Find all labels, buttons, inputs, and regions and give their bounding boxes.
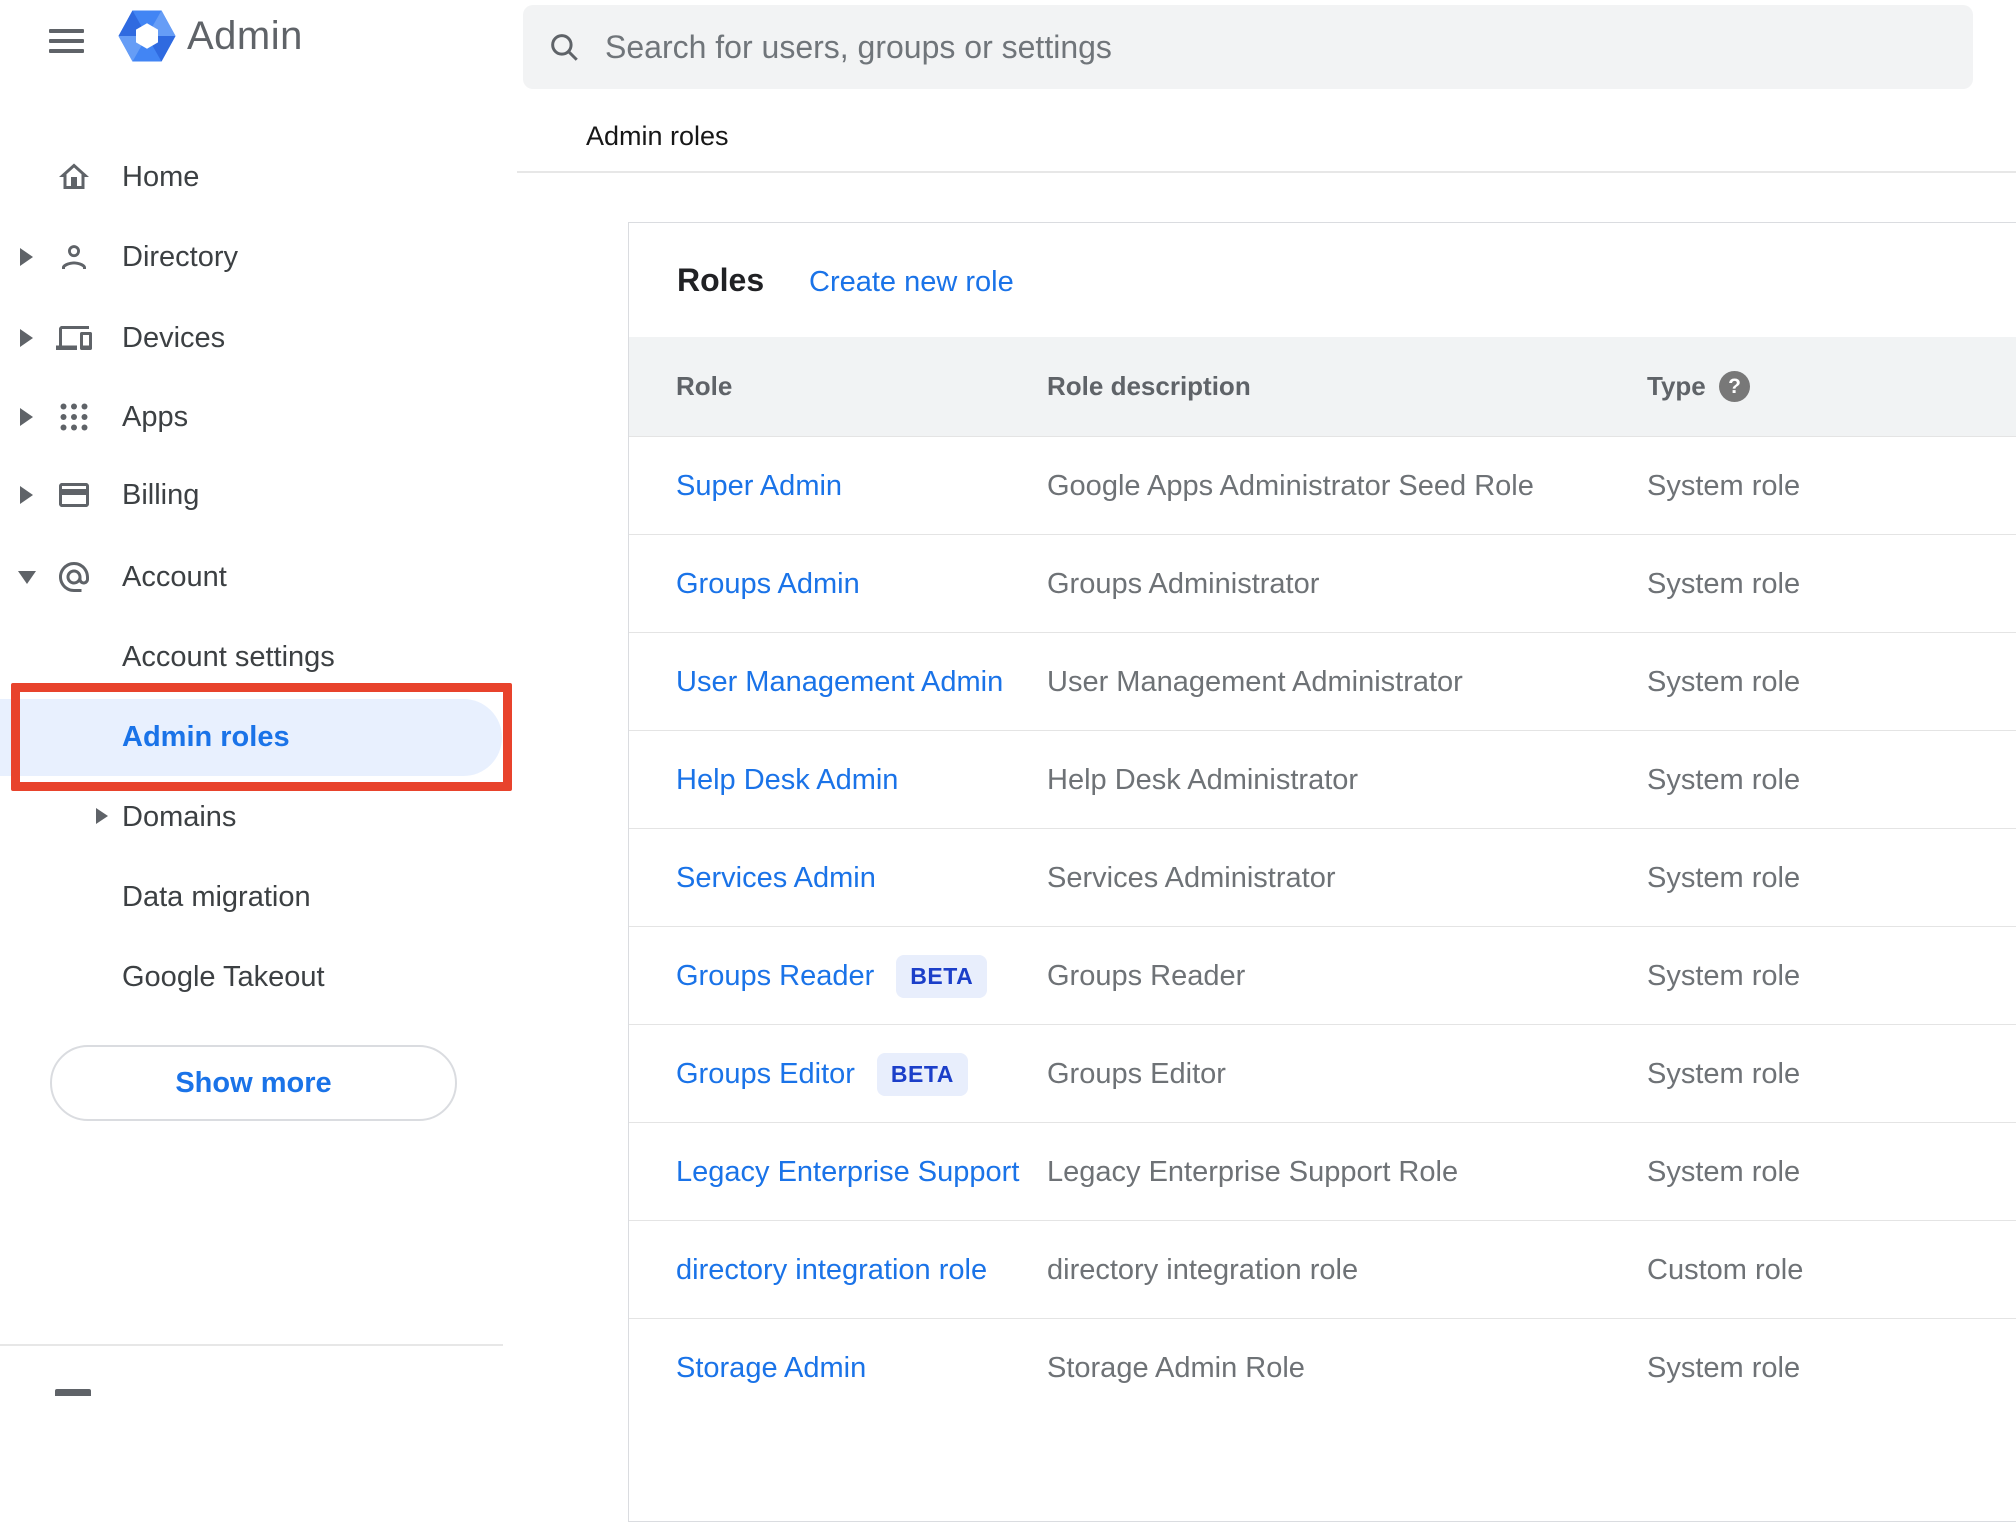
card-title: Roles: [677, 261, 765, 298]
role-link-label: Groups Editor: [676, 1057, 855, 1090]
sidebar-item-label: Directory: [122, 240, 239, 273]
table-row: directory integration role directory int…: [629, 1220, 2016, 1318]
role-type: System role: [1647, 469, 1801, 502]
role-description: Groups Reader: [1047, 959, 1246, 992]
at-sign-icon: [56, 559, 92, 595]
sidebar-item-domains[interactable]: Domains: [0, 778, 515, 856]
sidebar-divider: [0, 1344, 503, 1346]
role-type: System role: [1647, 1057, 1801, 1090]
table-header-row: Role Role description Type ?: [629, 337, 2016, 436]
table-row: Services Admin Services Administrator Sy…: [629, 828, 2016, 926]
role-type: System role: [1647, 665, 1801, 698]
role-link[interactable]: Groups Reader BETA: [676, 927, 988, 1025]
role-link[interactable]: Services Admin: [676, 829, 876, 927]
search-input[interactable]: [603, 27, 1943, 67]
sidebar-item-label: Google Takeout: [122, 960, 325, 993]
column-header-description: Role description: [1047, 371, 1251, 401]
expand-arrow-icon[interactable]: [20, 248, 33, 266]
sidebar-item-label: Apps: [122, 400, 189, 433]
sidebar-item-label: Home: [122, 160, 200, 193]
table-row: Groups Reader BETA Groups Reader System …: [629, 926, 2016, 1024]
devices-icon: [56, 320, 92, 356]
sidebar-item-data-migration[interactable]: Data migration: [0, 858, 515, 936]
role-link[interactable]: Help Desk Admin: [676, 731, 898, 829]
role-link[interactable]: Groups Admin: [676, 535, 860, 633]
role-link[interactable]: Super Admin: [676, 437, 842, 535]
table-row: Legacy Enterprise Support Legacy Enterpr…: [629, 1122, 2016, 1220]
search-bar[interactable]: [523, 5, 1973, 89]
table-row: Storage Admin Storage Admin Role System …: [629, 1318, 2016, 1416]
sidebar-item-home[interactable]: Home: [0, 137, 515, 217]
table-row: Groups Admin Groups Administrator System…: [629, 534, 2016, 632]
expand-arrow-icon[interactable]: [20, 329, 33, 347]
role-description: Legacy Enterprise Support Role: [1047, 1155, 1459, 1188]
sidebar-item-billing[interactable]: Billing: [0, 455, 515, 535]
sidebar-item-account[interactable]: Account: [0, 537, 515, 617]
card-header: Roles Create new role: [629, 223, 2016, 337]
breadcrumb: Admin roles: [586, 121, 729, 151]
role-link[interactable]: Legacy Enterprise Support: [676, 1123, 1019, 1221]
column-header-role: Role: [676, 371, 733, 401]
beta-badge: BETA: [876, 1052, 968, 1096]
sidebar-item-label: Domains: [122, 800, 237, 833]
role-link[interactable]: User Management Admin: [676, 633, 1003, 731]
sidebar-item-google-takeout[interactable]: Google Takeout: [0, 938, 515, 1016]
sidebar-item-apps[interactable]: Apps: [0, 377, 515, 457]
create-new-role-link[interactable]: Create new role: [809, 223, 1014, 341]
table-row: Help Desk Admin Help Desk Administrator …: [629, 730, 2016, 828]
role-type: System role: [1647, 1351, 1801, 1384]
sidebar-item-label: Billing: [122, 478, 200, 511]
role-description: Services Administrator: [1047, 861, 1336, 894]
role-description: Groups Administrator: [1047, 567, 1320, 600]
role-link-label: Groups Reader: [676, 959, 875, 992]
sidebar-item-label: Admin roles: [122, 720, 290, 753]
role-type: System role: [1647, 763, 1801, 796]
table-row: User Management Admin User Management Ad…: [629, 632, 2016, 730]
role-description: Help Desk Administrator: [1047, 763, 1359, 796]
sidebar-item-devices[interactable]: Devices: [0, 298, 515, 378]
role-description: Groups Editor: [1047, 1057, 1226, 1090]
role-type: System role: [1647, 1155, 1801, 1188]
table-row: Super Admin Google Apps Administrator Se…: [629, 436, 2016, 534]
role-type: System role: [1647, 861, 1801, 894]
role-description: Storage Admin Role: [1047, 1351, 1305, 1384]
show-more-button[interactable]: Show more: [50, 1045, 457, 1121]
role-link[interactable]: Storage Admin: [676, 1319, 866, 1417]
admin-logo-icon: [117, 6, 177, 71]
sidebar-item-account-settings[interactable]: Account settings: [0, 618, 515, 696]
clipped-bottom-icon: [55, 1389, 91, 1396]
sidebar-item-label: Devices: [122, 321, 226, 354]
collapse-arrow-icon[interactable]: [18, 571, 36, 584]
sidebar-item-admin-roles[interactable]: Admin roles: [0, 698, 515, 776]
sidebar-item-label: Account settings: [122, 640, 335, 673]
header-divider: [517, 171, 2016, 173]
show-more-label: Show more: [175, 1066, 332, 1099]
role-description: Google Apps Administrator Seed Role: [1047, 469, 1534, 502]
expand-arrow-icon[interactable]: [20, 408, 33, 426]
home-icon: [56, 159, 92, 195]
role-type: Custom role: [1647, 1253, 1804, 1286]
beta-badge: BETA: [896, 954, 988, 998]
role-description: directory integration role: [1047, 1253, 1359, 1286]
person-icon: [56, 239, 92, 275]
role-type: System role: [1647, 959, 1801, 992]
apps-grid-icon: [56, 399, 92, 435]
table-row: Groups Editor BETA Groups Editor System …: [629, 1024, 2016, 1122]
sidebar-item-label: Data migration: [122, 880, 311, 913]
expand-arrow-icon[interactable]: [20, 486, 33, 504]
credit-card-icon: [56, 477, 92, 513]
role-link[interactable]: directory integration role: [676, 1221, 987, 1319]
column-header-type: Type: [1647, 371, 1706, 401]
sidebar-item-directory[interactable]: Directory: [0, 217, 515, 297]
help-icon[interactable]: ?: [1719, 371, 1750, 402]
hamburger-menu-icon[interactable]: [49, 29, 84, 53]
role-type: System role: [1647, 567, 1801, 600]
product-name: Admin: [187, 14, 303, 58]
role-description: User Management Administrator: [1047, 665, 1463, 698]
role-link[interactable]: Groups Editor BETA: [676, 1025, 968, 1123]
expand-arrow-icon[interactable]: [96, 808, 108, 824]
search-icon: [551, 34, 578, 61]
roles-card: Roles Create new role Role Role descript…: [628, 222, 2016, 1522]
sidebar-item-label: Account: [122, 560, 227, 593]
